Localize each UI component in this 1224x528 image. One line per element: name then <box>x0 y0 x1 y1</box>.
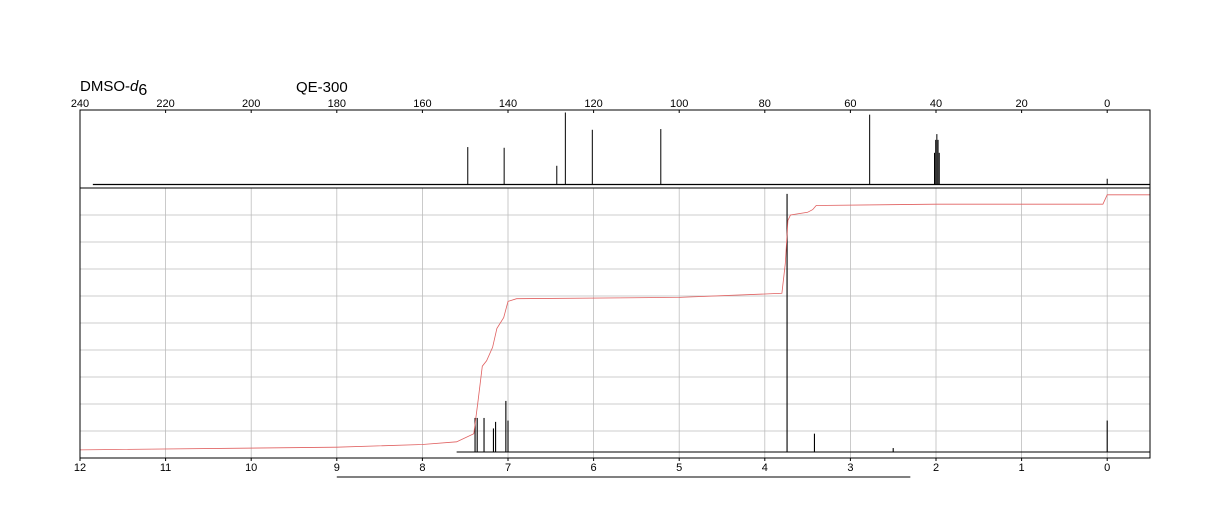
h1-tick-label: 2 <box>933 462 939 474</box>
c13-tick-label: 20 <box>1015 98 1027 110</box>
c13-tick-label: 240 <box>71 98 89 110</box>
c13-tick-label: 160 <box>413 98 431 110</box>
c13-tick-label: 0 <box>1104 98 1110 110</box>
c13-tick-label: 180 <box>328 98 346 110</box>
c13-tick-label: 60 <box>844 98 856 110</box>
h1-tick-label: 0 <box>1104 462 1110 474</box>
c13-tick-label: 140 <box>499 98 517 110</box>
c13-tick-label: 80 <box>759 98 771 110</box>
c13-tick-label: 120 <box>584 98 602 110</box>
h1-tick-label: 3 <box>847 462 853 474</box>
h1-tick-label: 11 <box>160 462 171 474</box>
h1-tick-label: 7 <box>505 462 511 474</box>
h1-tick-label: 5 <box>676 462 682 474</box>
solvent-label: DMSO-d6 <box>80 78 147 99</box>
c13-tick-label: 220 <box>156 98 174 110</box>
c13-axis-ticks: 240 220 200 180 160 140 120 100 80 60 40 20 0 <box>71 98 1110 113</box>
h1-tick-label: 10 <box>245 462 257 474</box>
h1-tick-label: 6 <box>591 462 597 474</box>
h1-axis-ticks: 12 11 10 9 8 7 6 5 4 3 2 1 0 <box>74 458 1110 474</box>
c13-frame <box>79 109 1151 189</box>
h1-spectrum-panel: 12 11 10 9 8 7 6 5 4 3 2 1 0 <box>74 187 1151 478</box>
h1-tick-label: 8 <box>419 462 425 474</box>
solvent-prefix: DMSO- <box>80 78 130 95</box>
c13-tick-label: 40 <box>930 98 942 110</box>
c13-tick-label: 200 <box>242 98 260 110</box>
nmr-spectrum-figure: DMSO-d6 QE-300 240 220 200 180 160 140 120 100 8… <box>71 78 1151 478</box>
c13-peaks <box>92 112 1150 186</box>
h1-integral-curve <box>79 194 1150 451</box>
solvent-subscript: 6 <box>138 82 147 99</box>
h1-tick-label: 1 <box>1019 462 1025 474</box>
c13-spectrum-panel: 240 220 200 180 160 140 120 100 80 60 40 20 0 <box>71 98 1151 189</box>
instrument-label: QE-300 <box>296 79 348 96</box>
h1-tick-label: 12 <box>74 462 86 474</box>
h1-tick-label: 4 <box>762 462 768 474</box>
h1-grid <box>80 188 1150 458</box>
c13-tick-label: 100 <box>670 98 688 110</box>
h1-tick-label: 9 <box>334 462 340 474</box>
